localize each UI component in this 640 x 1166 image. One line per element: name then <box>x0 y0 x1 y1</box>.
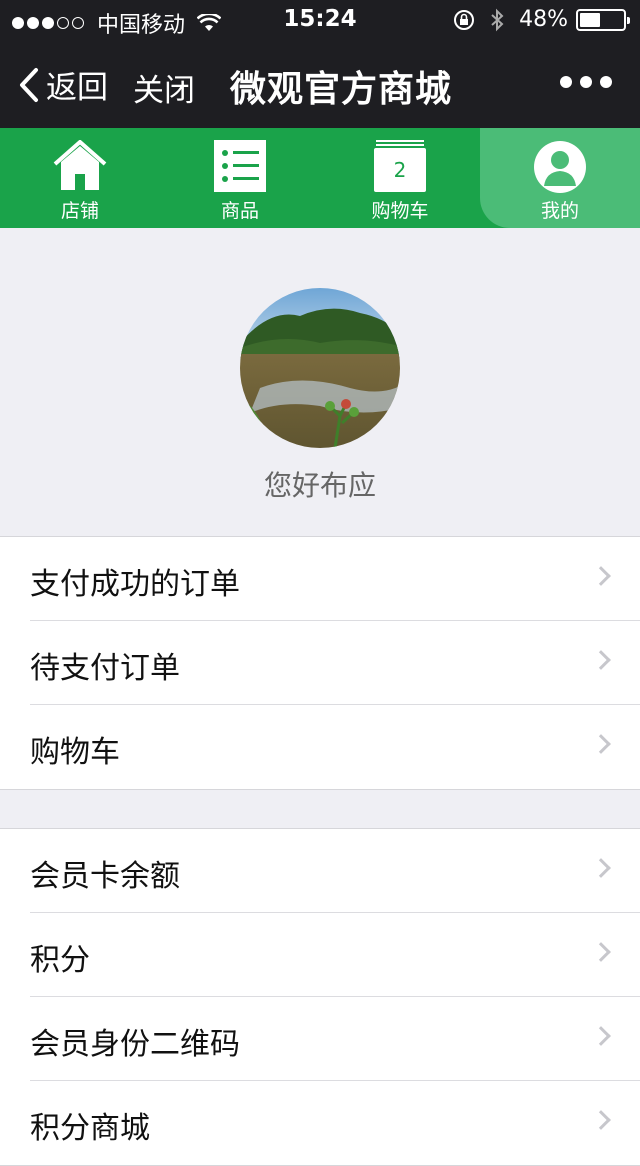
tab-label: 店铺 <box>60 200 99 222</box>
close-button[interactable]: 关闭 <box>133 65 195 110</box>
battery-icon <box>576 8 630 31</box>
tab-label: 我的 <box>540 200 579 222</box>
menu-item-label: 会员身份二维码 <box>30 1027 240 1062</box>
list-icon <box>214 140 266 196</box>
status-bar: 中国移动 15:24 48% <box>0 0 640 40</box>
menu-item-label: 积分 <box>30 943 90 978</box>
cart-icon: 2 <box>374 140 426 192</box>
tab-label: 商品 <box>220 200 259 222</box>
menu-item-label: 待支付订单 <box>30 651 180 686</box>
chevron-left-icon <box>20 67 38 102</box>
menu-item-paid-orders[interactable]: 支付成功的订单 <box>0 537 640 621</box>
battery-percent: 48% <box>519 7 568 32</box>
back-button[interactable]: 返回 <box>18 62 108 107</box>
chevron-right-icon <box>591 650 611 670</box>
chevron-right-icon <box>591 942 611 962</box>
menu-item-cart[interactable]: 购物车 <box>0 705 640 789</box>
menu-item-card-balance[interactable]: 会员卡余额 <box>0 829 640 913</box>
menu-item-label: 会员卡余额 <box>30 859 180 894</box>
chevron-right-icon <box>591 858 611 878</box>
menu-item-pending-orders[interactable]: 待支付订单 <box>0 621 640 705</box>
home-icon <box>53 139 107 196</box>
more-dots-icon[interactable] <box>552 76 612 88</box>
tab-cart[interactable]: 2 购物车 <box>320 128 480 228</box>
tab-bar: 店铺 商品 2 购物车 我的 <box>0 128 640 228</box>
bluetooth-icon <box>491 8 504 31</box>
menu-item-member-qrcode[interactable]: 会员身份二维码 <box>0 997 640 1081</box>
back-label: 返回 <box>46 70 108 106</box>
tab-label: 购物车 <box>371 200 429 222</box>
rotation-lock-icon <box>454 9 475 30</box>
chevron-right-icon <box>591 1026 611 1046</box>
tab-store[interactable]: 店铺 <box>0 128 160 228</box>
status-right: 48% <box>453 7 630 32</box>
avatar[interactable] <box>240 288 400 448</box>
order-menu-group: 支付成功的订单 待支付订单 购物车 <box>0 536 640 790</box>
chevron-right-icon <box>591 566 611 586</box>
chevron-right-icon <box>591 734 611 754</box>
menu-item-points-mall[interactable]: 积分商城 <box>0 1081 640 1165</box>
menu-item-label: 支付成功的订单 <box>30 567 240 602</box>
nav-bar: 返回 关闭 微观官方商城 <box>0 40 640 128</box>
tab-products[interactable]: 商品 <box>160 128 320 228</box>
username: 您好布应 <box>263 469 376 502</box>
menu-item-label: 购物车 <box>30 735 120 770</box>
user-icon <box>533 140 587 198</box>
page-title: 微观官方商城 <box>230 69 453 110</box>
profile-header: 您好布应 <box>0 228 640 536</box>
member-menu-group: 会员卡余额 积分 会员身份二维码 积分商城 <box>0 828 640 1166</box>
chevron-right-icon <box>591 1110 611 1130</box>
menu-item-points[interactable]: 积分 <box>0 913 640 997</box>
cart-badge: 2 <box>393 158 407 182</box>
menu-item-label: 积分商城 <box>30 1111 150 1146</box>
tab-mine[interactable]: 我的 <box>480 128 640 228</box>
